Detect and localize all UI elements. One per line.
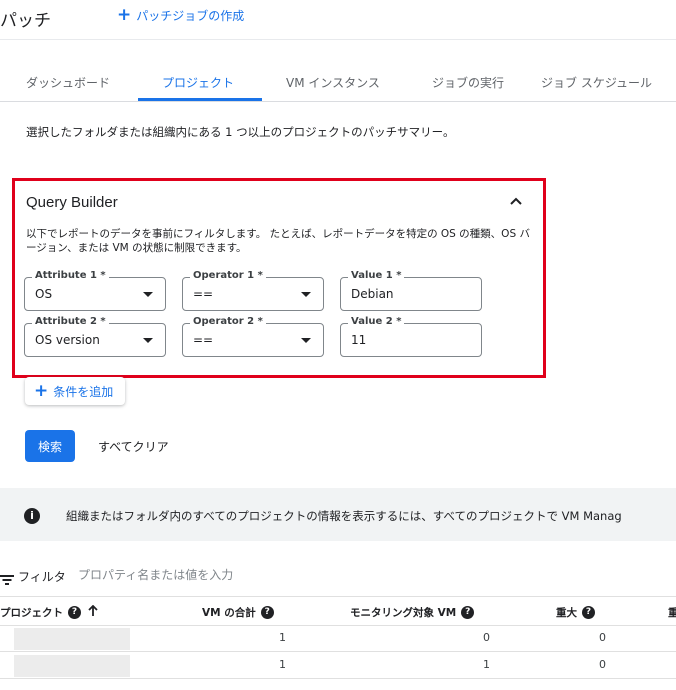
column-header-important[interactable]: 重 [668,605,676,620]
sort-ascending-icon[interactable] [88,604,98,620]
query-builder-panel: Query Builder 以下でレポートのデータを事前にフィルタします。 たと… [12,178,546,378]
create-patch-job-link[interactable]: + パッチジョブの作成 [117,7,244,24]
dropdown-arrow-icon [301,292,311,297]
value-2-label: Value 2 * [348,316,405,327]
attribute-1-label: Attribute 1 * [32,270,109,281]
column-header-label: 重 [668,607,676,619]
tab-projects[interactable]: プロジェクト [162,74,234,91]
redacted-project-name [14,628,130,650]
vm-total-cell: 1 [279,658,286,671]
operator-2-value: == [193,333,214,347]
query-builder-description: 以下でレポートのデータを事前にフィルタします。 たとえば、レポートデータを特定の… [26,228,530,254]
value-1-label: Value 1 * [348,270,405,281]
column-header-label: モニタリング対象 VM [350,607,457,619]
info-banner: i 組織またはフォルダ内のすべてのプロジェクトの情報を表示するには、すべてのプロ… [0,488,676,541]
page-description: 選択したフォルダまたは組織内にある 1 つ以上のプロジェクトのパッチサマリー。 [26,125,455,139]
info-banner-text: 組織またはフォルダ内のすべてのプロジェクトの情報を表示するには、すべてのプロジェ… [66,509,622,523]
operator-1-select[interactable]: Operator 1 * == [182,270,324,311]
attribute-1-select[interactable]: Attribute 1 * OS [24,270,166,311]
add-condition-button[interactable]: + 条件を追加 [25,377,125,405]
column-header-vm-total[interactable]: VM の合計 ? [202,605,274,620]
plus-icon: + [117,5,132,25]
column-header-label: プロジェクト [0,607,63,619]
page-title: パッチ [0,11,51,31]
help-icon[interactable]: ? [260,606,274,619]
table-row[interactable]: 1 0 0 [0,625,676,652]
value-1-input[interactable]: Value 1 * Debian [340,270,482,311]
clear-all-button[interactable]: すべてクリア [98,438,169,455]
table-row[interactable]: 1 1 0 [0,652,676,679]
operator-2-select[interactable]: Operator 2 * == [182,316,324,357]
filter-label: フィルタ [18,570,66,584]
column-header-label: 重大 [556,607,577,619]
attribute-2-label: Attribute 2 * [32,316,109,327]
dropdown-arrow-icon [301,338,311,343]
critical-cell: 0 [599,658,606,671]
value-2-value: 11 [351,333,367,347]
tab-job-runs[interactable]: ジョブの実行 [432,74,504,91]
dropdown-arrow-icon [143,292,153,297]
operator-1-value: == [193,287,214,301]
vm-total-cell: 1 [279,631,286,644]
help-icon[interactable]: ? [68,606,81,619]
add-condition-label: 条件を追加 [53,384,114,399]
plus-icon: + [34,380,49,401]
help-icon[interactable]: ? [582,606,595,619]
dropdown-arrow-icon [143,338,153,343]
value-2-input[interactable]: Value 2 * 11 [340,316,482,357]
table-header: プロジェクト ? VM の合計 ? モニタリング対象 VM ? 重大 ? 重 [0,596,676,626]
search-button[interactable]: 検索 [25,430,75,462]
tab-dashboard[interactable]: ダッシュボード [26,74,110,91]
query-builder-title: Query Builder [26,194,118,211]
column-header-critical[interactable]: 重大 ? [556,605,595,620]
tab-job-schedules[interactable]: ジョブ スケジュール [541,74,652,91]
filter-input[interactable] [78,566,478,584]
value-1-value: Debian [351,287,394,301]
attribute-2-select[interactable]: Attribute 2 * OS version [24,316,166,357]
tab-vm-instances[interactable]: VM インスタンス [286,74,380,91]
header-divider [0,39,676,40]
monitored-vm-cell: 0 [483,631,490,644]
column-header-project[interactable]: プロジェクト ? [0,604,98,620]
filter-icon[interactable] [0,571,14,585]
attribute-2-value: OS version [35,333,100,347]
create-patch-job-label: パッチジョブの作成 [136,9,245,23]
critical-cell: 0 [599,631,606,644]
attribute-1-value: OS [35,287,53,301]
filter-bar: フィルタ [0,558,676,590]
column-header-monitored-vm[interactable]: モニタリング対象 VM ? [350,605,475,620]
help-icon[interactable]: ? [461,606,475,619]
monitored-vm-cell: 1 [483,658,490,671]
operator-2-label: Operator 2 * [190,316,266,327]
column-header-label: VM の合計 [202,607,256,619]
redacted-project-name [14,655,130,677]
operator-1-label: Operator 1 * [190,270,266,281]
tabs-divider [0,101,676,102]
info-icon: i [24,508,40,524]
chevron-up-icon[interactable] [508,193,524,209]
